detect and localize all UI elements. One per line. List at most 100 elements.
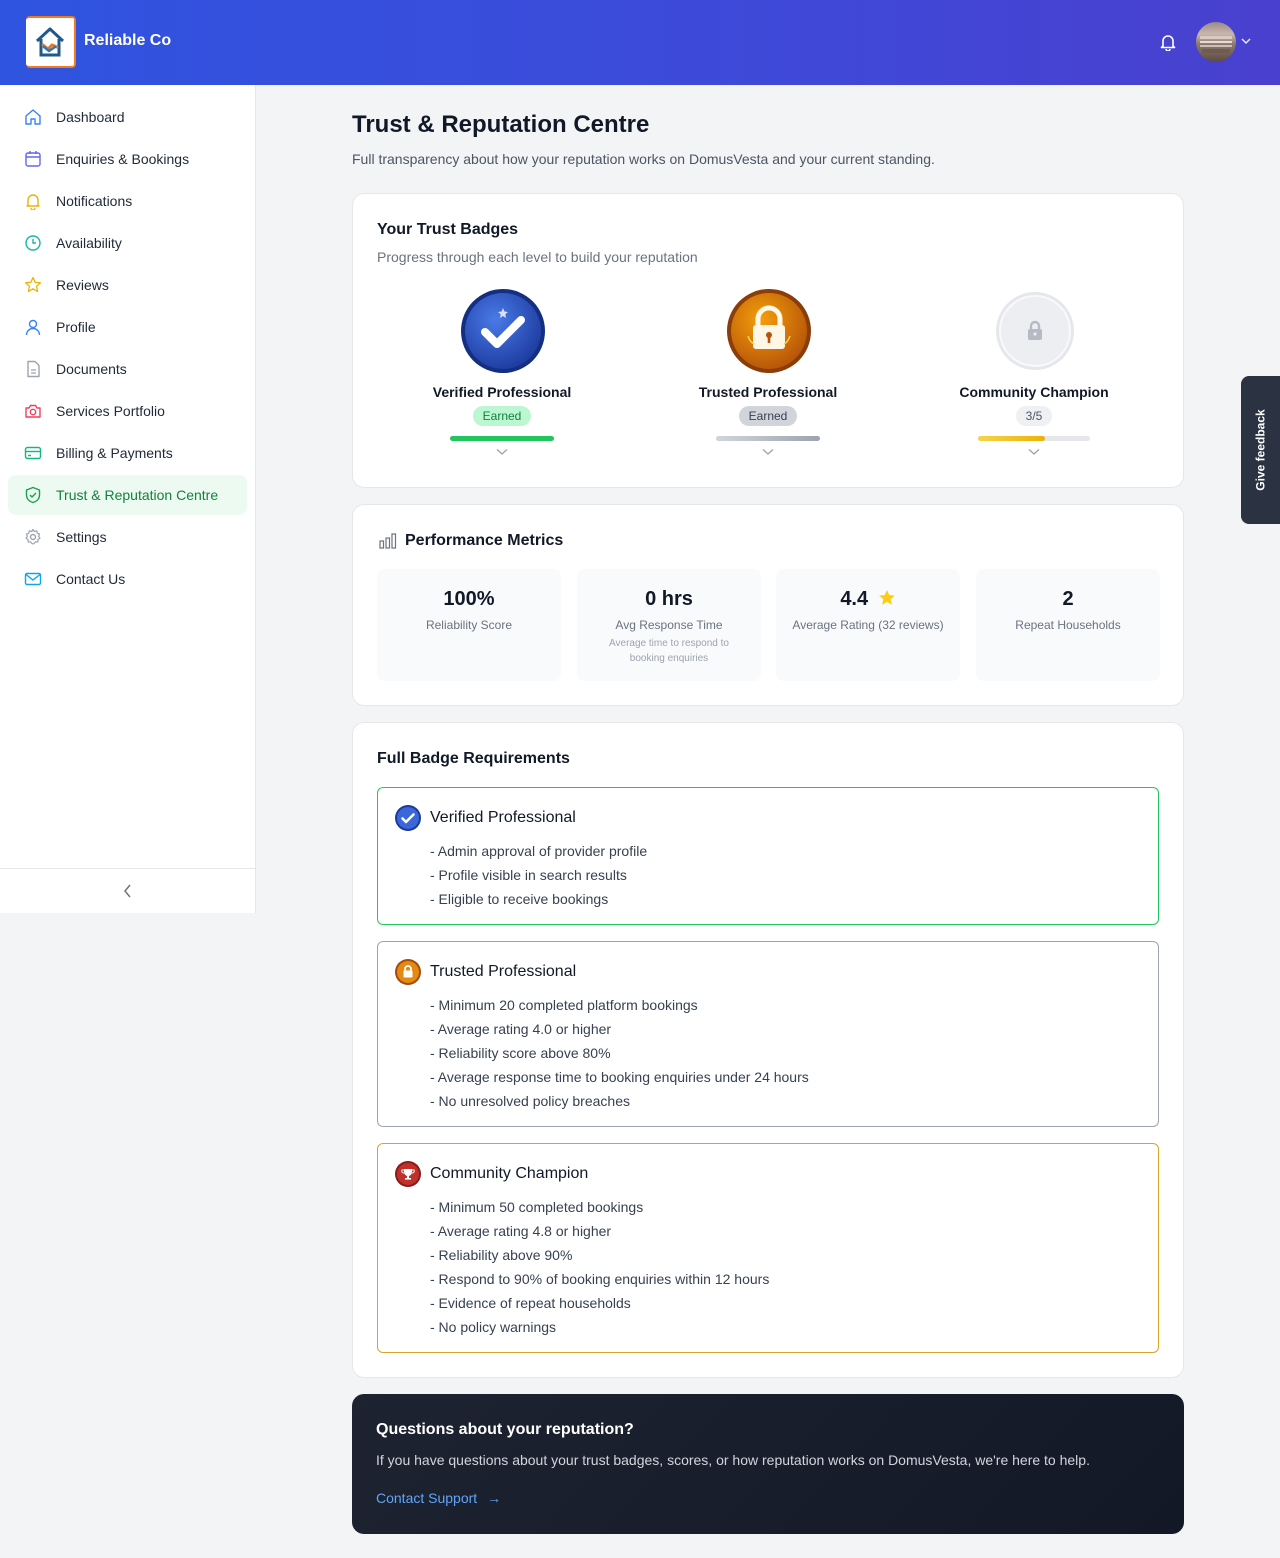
metric-note: Average time to respond to booking enqui… — [609, 638, 729, 664]
badge-progress-track — [978, 436, 1090, 441]
credit-card-icon — [24, 446, 42, 460]
badge-progress-fill — [450, 436, 554, 441]
padlock-badge-icon — [395, 959, 421, 985]
arrow-right-icon: → — [487, 1490, 502, 1506]
requirement-line: - Reliability score above 80% — [430, 1045, 611, 1061]
sidebar-item-services-portfolio[interactable]: Services Portfolio — [8, 391, 247, 431]
metric-average-rating: 4.4 Average Rating (32 reviews) — [776, 569, 960, 681]
sidebar-item-profile[interactable]: Profile — [8, 307, 247, 347]
bell-icon[interactable] — [1157, 31, 1179, 53]
star-icon — [24, 276, 42, 293]
locked-badge-icon — [992, 288, 1078, 374]
sidebar-item-reviews[interactable]: Reviews — [8, 265, 247, 305]
rating-value: 4.4 — [840, 588, 869, 610]
requirement-community-champion: Community Champion - Minimum 50 complete… — [377, 1143, 1159, 1353]
shield-check-icon — [25, 486, 41, 504]
house-handshake-icon — [35, 27, 65, 57]
chevron-down-icon[interactable] — [762, 448, 774, 456]
requirement-verified-professional: Verified Professional - Admin approval o… — [377, 787, 1159, 925]
card-title: Your Trust Badges — [377, 221, 519, 238]
verified-check-badge-icon — [460, 288, 546, 374]
requirement-line: - Average rating 4.8 or higher — [430, 1223, 612, 1239]
performance-metrics-card: Performance Metrics 100% Reliability Sco… — [352, 504, 1184, 706]
sidebar-item-trust-reputation[interactable]: Trust & Reputation Centre — [8, 475, 247, 515]
page-subtitle: Full transparency about how your reputat… — [352, 151, 935, 167]
camera-icon — [25, 404, 41, 418]
trust-badges-card: Your Trust Badges Progress through each … — [352, 193, 1184, 488]
requirement-line: - Minimum 50 completed bookings — [430, 1199, 644, 1215]
metric-label: Average Rating (32 reviews) — [792, 618, 944, 632]
sidebar-item-availability[interactable]: Availability — [8, 223, 247, 263]
requirement-line: - No policy warnings — [430, 1319, 557, 1335]
sidebar-collapse-button[interactable] — [0, 868, 256, 913]
badge-progress-track — [716, 436, 820, 441]
requirement-title: Verified Professional — [430, 809, 576, 826]
calendar-icon — [25, 151, 41, 167]
card-title: Performance Metrics — [405, 532, 564, 549]
sidebar-item-label: Dashboard — [56, 109, 125, 125]
sidebar-item-billing[interactable]: Billing & Payments — [8, 433, 247, 473]
feedback-label: Give feedback — [1253, 409, 1268, 491]
sidebar-item-contact-us[interactable]: Contact Us — [8, 559, 247, 599]
padlock-badge-icon — [726, 288, 812, 374]
badge-verified-professional[interactable]: Verified Professional Earned — [392, 288, 612, 463]
brand-logo[interactable] — [26, 16, 76, 68]
badge-progress-fill — [978, 436, 1046, 441]
metric-value: 2 — [1062, 588, 1074, 610]
gear-icon — [25, 528, 41, 545]
requirement-title: Community Champion — [430, 1165, 589, 1182]
badge-trusted-professional[interactable]: Trusted Professional Earned — [658, 288, 878, 463]
sidebar-item-label: Services Portfolio — [56, 403, 165, 419]
badge-progress-fill — [716, 436, 820, 441]
sidebar-item-notifications[interactable]: Notifications — [8, 181, 247, 221]
sidebar-item-enquiries[interactable]: Enquiries & Bookings — [8, 139, 247, 179]
requirement-title: Trusted Professional — [430, 963, 577, 980]
sidebar-item-label: Notifications — [56, 193, 133, 209]
contact-support-link[interactable]: Contact Support → — [376, 1490, 501, 1506]
sidebar-item-label: Billing & Payments — [56, 445, 173, 461]
badge-name: Trusted Professional — [698, 384, 838, 400]
chevron-down-icon[interactable] — [1028, 448, 1040, 456]
requirement-line: - Admin approval of provider profile — [430, 843, 648, 859]
requirement-trusted-professional: Trusted Professional - Minimum 20 comple… — [377, 941, 1159, 1127]
metric-value: 0 hrs — [645, 588, 693, 610]
chevron-down-icon[interactable] — [1240, 36, 1252, 46]
star-icon — [878, 590, 895, 605]
requirement-line: - No unresolved policy breaches — [430, 1093, 630, 1109]
metric-label: Reliability Score — [425, 618, 513, 632]
give-feedback-tab[interactable]: Give feedback — [1241, 376, 1280, 524]
sidebar-item-settings[interactable]: Settings — [8, 517, 247, 557]
metric-repeat-households: 2 Repeat Households — [976, 569, 1160, 681]
sidebar-item-dashboard[interactable]: Dashboard — [8, 97, 247, 137]
requirement-line: - Minimum 20 completed platform bookings — [430, 997, 698, 1013]
bar-chart-icon — [379, 533, 397, 549]
badge-progress-track — [450, 436, 554, 441]
brand-name[interactable]: Reliable Co — [84, 32, 171, 50]
requirement-line: - Eligible to receive bookings — [430, 891, 609, 907]
help-title: Questions about your reputation? — [376, 1421, 634, 1438]
badge-name: Community Champion — [959, 384, 1109, 400]
avatar[interactable] — [1196, 22, 1236, 62]
sidebar-item-documents[interactable]: Documents — [8, 349, 247, 389]
top-header: Reliable Co — [0, 0, 1280, 85]
document-icon — [27, 360, 40, 378]
link-label: Contact Support — [376, 1490, 478, 1506]
badge-community-champion[interactable]: Community Champion 3/5 — [924, 288, 1144, 463]
metric-label: Repeat Households — [1015, 618, 1121, 632]
sidebar-item-label: Profile — [56, 319, 96, 335]
card-title: Full Badge Requirements — [377, 750, 570, 767]
sidebar-item-label: Documents — [56, 361, 127, 377]
verified-check-badge-icon — [395, 805, 421, 831]
card-subtitle: Progress through each level to build you… — [377, 249, 698, 265]
requirement-line: - Reliability above 90% — [430, 1247, 573, 1263]
badge-requirements-card: Full Badge Requirements Verified Profess… — [352, 722, 1184, 1378]
requirement-line: - Evidence of repeat households — [430, 1295, 631, 1311]
chevron-left-icon — [124, 884, 131, 898]
requirement-line: - Respond to 90% of booking enquiries wi… — [430, 1271, 770, 1287]
reputation-help-card: Questions about your reputation? If you … — [352, 1394, 1184, 1534]
user-icon — [25, 319, 41, 336]
sidebar-item-label: Trust & Reputation Centre — [56, 487, 219, 503]
requirement-line: - Average response time to booking enqui… — [430, 1069, 809, 1085]
requirement-line: - Average rating 4.0 or higher — [430, 1021, 612, 1037]
chevron-down-icon[interactable] — [496, 448, 508, 456]
